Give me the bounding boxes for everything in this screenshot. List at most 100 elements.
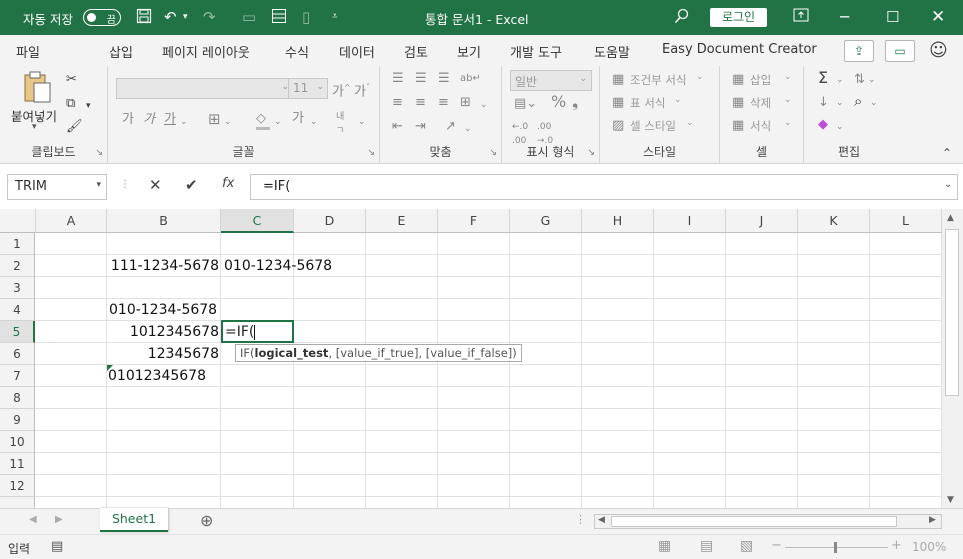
row-header-6[interactable]: 6 — [0, 343, 35, 365]
tab-developer[interactable]: 개발 도구 — [510, 42, 562, 61]
column-header-I[interactable]: I — [654, 209, 726, 233]
tab-split-grip-icon[interactable]: ⋮ — [575, 513, 586, 526]
decrease-indent-icon[interactable]: ⇤ — [392, 120, 403, 134]
prev-sheet-icon[interactable]: ◀ — [29, 514, 37, 525]
find-select-icon[interactable]: ⌕ — [854, 94, 862, 109]
format-cells-dropdown-icon[interactable]: ⌄ — [784, 118, 792, 128]
normal-view-icon[interactable]: ▦ — [658, 538, 671, 554]
copy-icon[interactable]: ⧉ — [66, 97, 75, 111]
autosave-toggle[interactable]: 끔 — [83, 9, 121, 26]
row-header-11[interactable]: 11 — [0, 453, 35, 475]
font-size-dropdown[interactable]: 11 ⌄ — [288, 78, 328, 99]
bold-icon[interactable]: 가 — [122, 113, 134, 127]
name-box-dropdown-icon[interactable]: ▾ — [96, 180, 101, 190]
cell-B2[interactable]: 111-1234-5678 — [107, 255, 219, 277]
row-header-3[interactable]: 3 — [0, 277, 35, 299]
cell-C2[interactable]: 010-1234-5678 — [224, 255, 332, 277]
tab-review[interactable]: 검토 — [404, 42, 428, 61]
find-select-dropdown-icon[interactable]: ⌄ — [870, 96, 878, 110]
merge-center-icon[interactable]: ⊞ — [460, 96, 471, 110]
alignment-launcher-icon[interactable]: ↘ — [489, 148, 497, 158]
align-center-icon[interactable]: ≡ — [415, 96, 426, 110]
border-dropdown-icon[interactable]: ⌄ — [224, 115, 232, 129]
undo-icon[interactable]: ↶ — [164, 8, 177, 26]
tab-help[interactable]: 도움말 — [594, 42, 630, 61]
orientation-icon[interactable]: ↗ — [445, 120, 456, 134]
merge-dropdown-icon[interactable]: ⌄ — [480, 98, 488, 112]
zoom-slider-thumb[interactable] — [834, 542, 837, 553]
phonetic-dropdown-icon[interactable]: ⌄ — [358, 115, 366, 129]
font-color-dropdown-icon[interactable]: ⌄ — [310, 115, 318, 129]
font-launcher-icon[interactable]: ↘ — [367, 148, 375, 158]
tab-formulas[interactable]: 수식 — [285, 42, 309, 61]
column-header-K[interactable]: K — [798, 209, 870, 233]
cell-styles-button[interactable]: 셀 스타일 — [630, 118, 676, 134]
align-middle-icon[interactable]: ☰ — [415, 72, 427, 86]
insert-function-icon[interactable]: fx — [222, 176, 234, 191]
clear-icon[interactable]: ◆ — [818, 118, 828, 132]
column-header-L[interactable]: L — [870, 209, 942, 233]
function-tooltip[interactable]: IF(logical_test, [value_if_true], [value… — [235, 344, 522, 362]
zoom-level[interactable]: 100% — [912, 540, 946, 554]
underline-icon[interactable]: 가 — [164, 113, 176, 127]
redo-icon[interactable]: ↷ — [203, 8, 216, 26]
feedback-smiley-icon[interactable]: ☺ — [929, 40, 948, 61]
maximize-icon[interactable]: ☐ — [886, 8, 899, 26]
formula-input[interactable]: =IF( — [250, 174, 958, 200]
column-header-B[interactable]: B — [107, 209, 221, 233]
zoom-out-icon[interactable]: − — [771, 538, 782, 553]
column-header-H[interactable]: H — [582, 209, 654, 233]
increase-font-icon[interactable]: 가^ — [332, 81, 351, 99]
column-header-E[interactable]: E — [366, 209, 438, 233]
cell-B6[interactable]: 12345678 — [107, 343, 219, 365]
worksheet-grid[interactable]: A B C D E F G H I J K L 1 2 3 4 5 6 7 8 … — [0, 209, 942, 508]
comma-style-icon[interactable]: ❟ — [572, 94, 578, 110]
format-as-table-dropdown-icon[interactable]: ⌄ — [674, 95, 682, 105]
customize-qat-icon[interactable]: ⩡ — [332, 8, 338, 26]
zoom-in-icon[interactable]: + — [891, 538, 902, 553]
insert-cells-dropdown-icon[interactable]: ⌄ — [784, 72, 792, 82]
macro-record-icon[interactable]: ▤ — [51, 539, 63, 554]
autosum-icon[interactable]: Σ — [818, 70, 828, 86]
number-format-dropdown[interactable]: 일반 ⌄ — [510, 70, 592, 91]
horizontal-scrollbar[interactable]: ◀ ▶ — [594, 514, 942, 529]
next-sheet-icon[interactable]: ▶ — [55, 514, 63, 525]
sheet-tab-sheet1[interactable]: Sheet1 — [100, 508, 168, 532]
collapse-ribbon-icon[interactable]: ⌃ — [942, 146, 952, 160]
percent-icon[interactable]: % — [551, 94, 566, 110]
tab-file[interactable]: 파일 — [16, 42, 40, 61]
scroll-down-icon[interactable]: ▼ — [947, 495, 954, 505]
delete-cells-dropdown-icon[interactable]: ⌄ — [784, 95, 792, 105]
font-color-icon[interactable]: 가 — [292, 112, 304, 126]
increase-indent-icon[interactable]: ⇥ — [415, 120, 426, 134]
add-sheet-icon[interactable]: ⊕ — [200, 511, 213, 530]
scroll-right-icon[interactable]: ▶ — [929, 515, 936, 525]
conditional-format-icon[interactable]: ▦ — [612, 73, 624, 87]
row-header-1[interactable]: 1 — [0, 233, 35, 255]
border-icon[interactable]: ⊞ — [208, 112, 221, 127]
accounting-format-icon[interactable]: ▤⌄ — [514, 97, 537, 111]
active-cell-C5[interactable]: =IF( — [221, 320, 294, 343]
close-icon[interactable]: ✕ — [931, 8, 945, 26]
insert-cells-icon[interactable]: ▦ — [732, 73, 744, 87]
horizontal-scroll-thumb[interactable] — [611, 516, 897, 527]
fill-dropdown-icon[interactable]: ⌄ — [274, 115, 282, 129]
delete-cells-icon[interactable]: ▦ — [732, 96, 744, 110]
orientation-dropdown-icon[interactable]: ⌄ — [464, 122, 472, 136]
align-left-icon[interactable]: ≡ — [392, 96, 403, 110]
column-header-F[interactable]: F — [438, 209, 510, 233]
align-bottom-icon[interactable]: ☰ — [438, 72, 450, 86]
paste-dropdown-icon[interactable]: ▾ — [32, 122, 37, 132]
select-all-corner[interactable] — [0, 209, 36, 233]
scroll-left-icon[interactable]: ◀ — [598, 515, 605, 525]
row-header-12[interactable]: 12 — [0, 475, 35, 497]
name-box[interactable]: TRIM ▾ — [7, 174, 107, 200]
page-break-view-icon[interactable]: ▧ — [740, 538, 753, 554]
column-header-D[interactable]: D — [294, 209, 366, 233]
italic-icon[interactable]: 가 — [143, 113, 155, 127]
fill-color-icon[interactable]: ◇ — [256, 112, 270, 130]
delete-cells-button[interactable]: 삭제 — [750, 95, 771, 111]
tab-data[interactable]: 데이터 — [339, 42, 375, 61]
autosum-dropdown-icon[interactable]: ⌄ — [836, 73, 844, 87]
fill-dropdown-icon[interactable]: ⌄ — [836, 96, 844, 110]
